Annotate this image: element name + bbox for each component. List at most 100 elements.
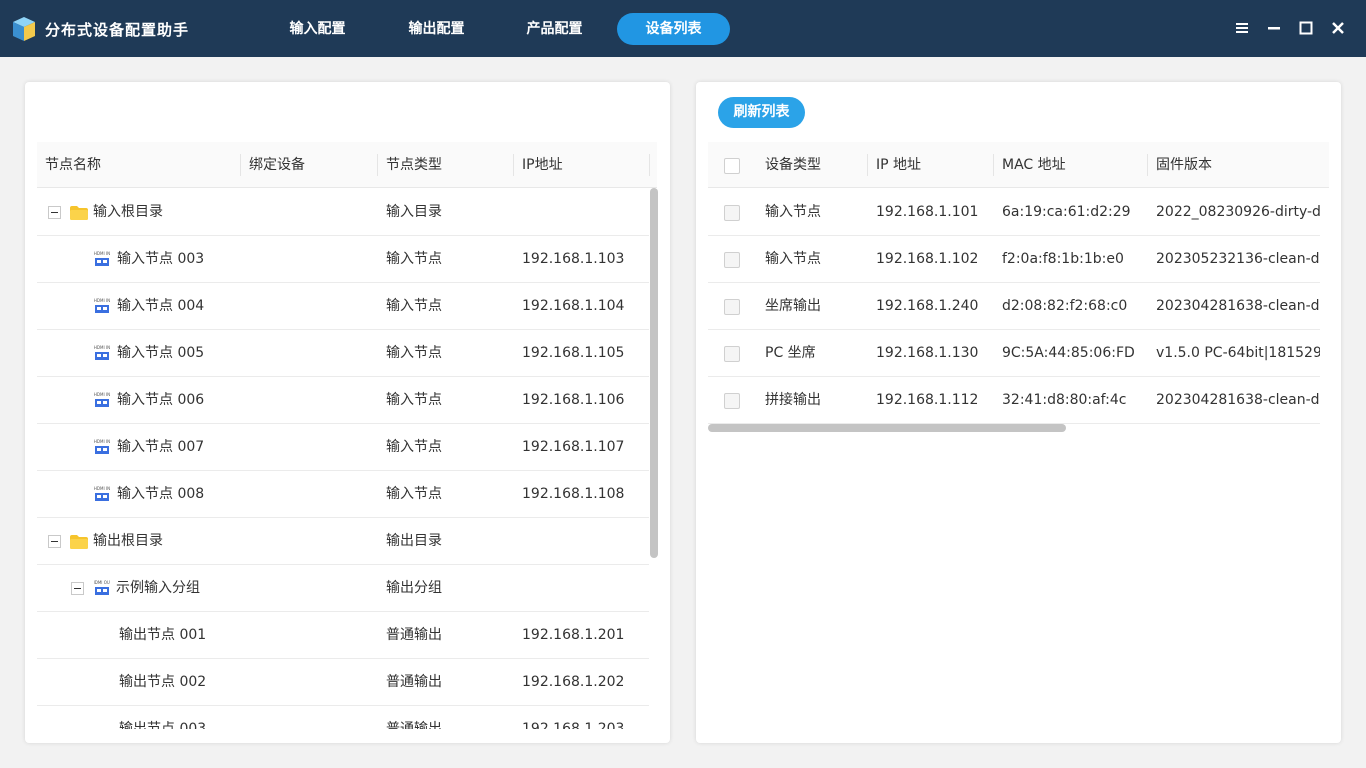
node-ip: 192.168.1.203: [522, 721, 625, 729]
menu-icon[interactable]: [1232, 18, 1252, 38]
device-type: 坐席输出: [765, 298, 821, 314]
column-divider: [377, 154, 378, 176]
bound-device: [249, 189, 374, 236]
bound-device: [249, 612, 374, 659]
node-type: 输入节点: [386, 392, 442, 408]
node-type: 输入节点: [386, 251, 442, 267]
device-row[interactable]: 输入节点 192.168.1.101 6a:19:ca:61:d2:29 2022_0…: [708, 189, 1320, 236]
folder-icon: [70, 206, 88, 220]
device-row[interactable]: 坐席输出 192.168.1.240 d2:08:82:f2:68:c0 202304…: [708, 283, 1320, 330]
device-type: 输入节点: [765, 251, 821, 267]
hdmi-in-icon: HDMI IN: [94, 391, 110, 408]
device-ip: 192.168.1.240: [876, 298, 979, 314]
row-checkbox[interactable]: [724, 346, 740, 362]
row-checkbox[interactable]: [724, 205, 740, 221]
tree-row[interactable]: 输入根目录 输入目录: [37, 189, 649, 236]
tree-row[interactable]: 输出节点 002 普通输出 192.168.1.202: [37, 659, 649, 706]
hdmi-in-icon: HDMI IN: [94, 297, 110, 314]
column-divider: [240, 154, 241, 176]
device-row[interactable]: PC 坐席 192.168.1.130 9C:5A:44:85:06:FD v1.5.…: [708, 330, 1320, 377]
node-ip: 192.168.1.103: [522, 251, 625, 267]
col-node-type[interactable]: 节点类型: [386, 142, 442, 188]
close-icon[interactable]: [1328, 18, 1348, 38]
node-ip: 192.168.1.107: [522, 439, 625, 455]
node-type: 输入节点: [386, 486, 442, 502]
device-firmware: 202305232136-clean-dev: [1156, 251, 1320, 267]
column-divider: [867, 154, 868, 176]
tree-table-body: 输入根目录 输入目录 HDMI IN 输入节点 003 输入节点 192.168.1.10…: [37, 189, 649, 729]
column-divider: [649, 154, 650, 176]
node-name: 输入节点 006: [117, 392, 205, 408]
device-firmware: 2022_08230926-dirty-dev: [1156, 204, 1320, 220]
row-checkbox[interactable]: [724, 393, 740, 409]
tree-row[interactable]: HDMI IN 输入节点 008 输入节点 192.168.1.108: [37, 471, 649, 518]
collapse-toggle-icon[interactable]: [48, 206, 61, 219]
horizontal-scrollbar[interactable]: [708, 424, 1066, 432]
collapse-toggle-icon[interactable]: [48, 535, 61, 548]
col-mac-address[interactable]: MAC 地址: [1002, 142, 1066, 188]
device-firmware: 202304281638-clean-dev: [1156, 298, 1320, 314]
node-ip: 192.168.1.201: [522, 627, 625, 643]
node-ip: [522, 565, 647, 612]
col-ip-address[interactable]: IP地址: [522, 142, 563, 188]
node-type: 输出目录: [386, 533, 442, 549]
device-mac: f2:0a:f8:1b:1b:e0: [1002, 251, 1124, 267]
node-name: 输入节点 003: [117, 251, 205, 267]
col-ip-address[interactable]: IP 地址: [876, 142, 921, 188]
svg-text:HDMI IN: HDMI IN: [94, 392, 110, 397]
tree-row[interactable]: 输出根目录 输出目录: [37, 518, 649, 565]
node-name: 输入节点 007: [117, 439, 205, 455]
node-type: 输入节点: [386, 345, 442, 361]
tree-row[interactable]: 输出节点 001 普通输出 192.168.1.201: [37, 612, 649, 659]
node-ip: 192.168.1.202: [522, 674, 625, 690]
tree-row[interactable]: 输出节点 003 普通输出 192.168.1.203: [37, 706, 649, 729]
tree-row[interactable]: HDMI IN 输入节点 004 输入节点 192.168.1.104: [37, 283, 649, 330]
node-tree-panel: 节点名称 绑定设备 节点类型 IP地址 输入根目录 输入目录 HDMI IN 输入节点…: [25, 82, 670, 743]
tab-product-config[interactable]: 产品配置: [498, 13, 611, 45]
refresh-list-button[interactable]: 刷新列表: [718, 97, 805, 128]
device-mac: d2:08:82:f2:68:c0: [1002, 298, 1128, 314]
tab-device-list[interactable]: 设备列表: [617, 13, 730, 45]
device-ip: 192.168.1.102: [876, 251, 979, 267]
minimize-icon[interactable]: [1264, 18, 1284, 38]
tree-row[interactable]: HDMI IN 输入节点 005 输入节点 192.168.1.105: [37, 330, 649, 377]
svg-text:HDMI IN: HDMI IN: [94, 439, 110, 444]
node-ip: [522, 189, 647, 236]
select-all-checkbox[interactable]: [724, 158, 740, 174]
device-ip: 192.168.1.130: [876, 345, 979, 361]
device-row[interactable]: 输入节点 192.168.1.102 f2:0a:f8:1b:1b:e0 202305…: [708, 236, 1320, 283]
tree-row[interactable]: HDMI IN 输入节点 003 输入节点 192.168.1.103: [37, 236, 649, 283]
vertical-scrollbar[interactable]: [650, 188, 658, 558]
device-table-header: 设备类型 IP 地址 MAC 地址 固件版本: [708, 142, 1329, 188]
device-ip: 192.168.1.101: [876, 204, 979, 220]
node-name: 输入节点 008: [117, 486, 205, 502]
bound-device: [249, 424, 374, 471]
hdmi-in-icon: HDMI IN: [94, 485, 110, 502]
tab-input-config[interactable]: 输入配置: [261, 13, 374, 45]
svg-text:HDMI OUT: HDMI OUT: [94, 580, 110, 585]
tree-row[interactable]: HDMI IN 输入节点 007 输入节点 192.168.1.107: [37, 424, 649, 471]
collapse-toggle-icon[interactable]: [71, 582, 84, 595]
col-device-type[interactable]: 设备类型: [765, 142, 821, 188]
col-firmware-version[interactable]: 固件版本: [1156, 142, 1212, 188]
tree-row[interactable]: HDMI IN 输入节点 006 输入节点 192.168.1.106: [37, 377, 649, 424]
col-node-name[interactable]: 节点名称: [45, 142, 101, 188]
tree-row[interactable]: HDMI OUT 示例输入分组 输出分组: [37, 565, 649, 612]
device-type: 输入节点: [765, 204, 821, 220]
bound-device: [249, 283, 374, 330]
svg-text:HDMI IN: HDMI IN: [94, 251, 110, 256]
hdmi-in-icon: HDMI IN: [94, 344, 110, 361]
hdmi-in-icon: HDMI IN: [94, 438, 110, 455]
tab-output-config[interactable]: 输出配置: [380, 13, 493, 45]
node-type: 输出分组: [386, 580, 442, 596]
bound-device: [249, 377, 374, 424]
node-ip: [522, 518, 647, 565]
row-checkbox[interactable]: [724, 299, 740, 315]
device-list-panel: 刷新列表 设备类型 IP 地址 MAC 地址 固件版本 输入节点 192.168.…: [696, 82, 1341, 743]
tree-table-header: 节点名称 绑定设备 节点类型 IP地址: [37, 142, 657, 188]
col-bound-device[interactable]: 绑定设备: [249, 142, 305, 188]
row-checkbox[interactable]: [724, 252, 740, 268]
device-row[interactable]: 拼接输出 192.168.1.112 32:41:d8:80:af:4c 202304…: [708, 377, 1320, 424]
maximize-icon[interactable]: [1296, 18, 1316, 38]
node-name: 示例输入分组: [116, 580, 200, 596]
